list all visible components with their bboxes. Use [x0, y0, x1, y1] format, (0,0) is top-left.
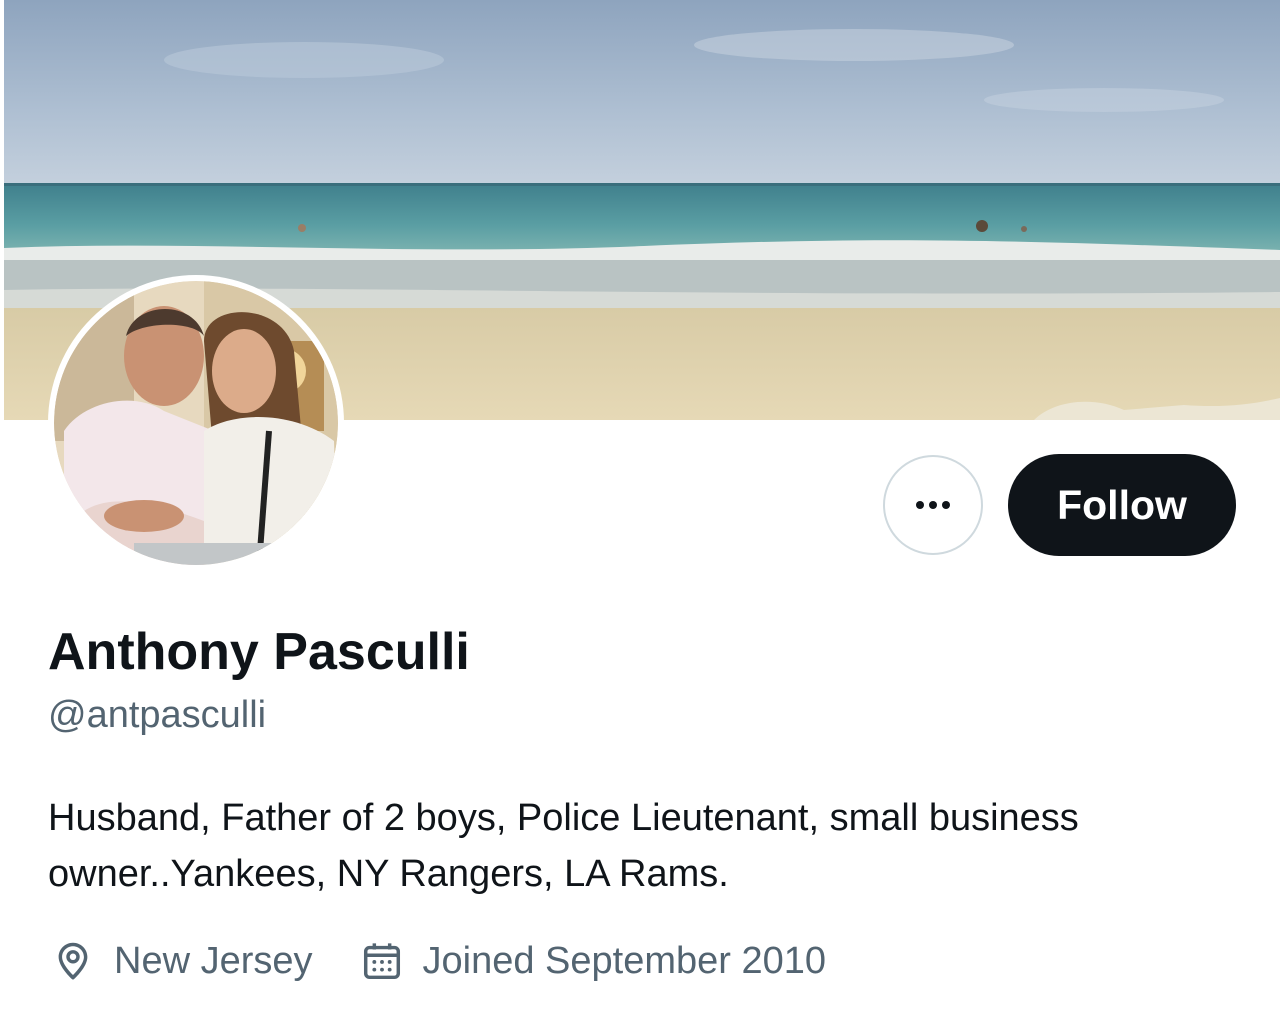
profile-photo	[54, 281, 338, 565]
calendar-icon	[363, 943, 400, 980]
location-item: New Jersey	[50, 938, 313, 984]
joined-item: Joined September 2010	[359, 938, 827, 984]
location-text: New Jersey	[114, 939, 313, 982]
profile-bio: Husband, Father of 2 boys, Police Lieute…	[48, 797, 1079, 895]
profile-page: Follow Anthony Pasculli @antpasculli Hus…	[0, 0, 1284, 1028]
profile-meta: New Jersey Joined September 2010	[50, 938, 826, 984]
more-button[interactable]	[883, 455, 983, 555]
more-horizontal-icon	[916, 501, 950, 509]
avatar[interactable]	[48, 275, 344, 571]
follow-button[interactable]: Follow	[1008, 454, 1236, 556]
map-pin-icon	[58, 942, 88, 980]
joined-text: Joined September 2010	[422, 939, 827, 982]
user-handle: @antpasculli	[48, 694, 267, 736]
display-name: Anthony Pasculli	[48, 623, 470, 681]
